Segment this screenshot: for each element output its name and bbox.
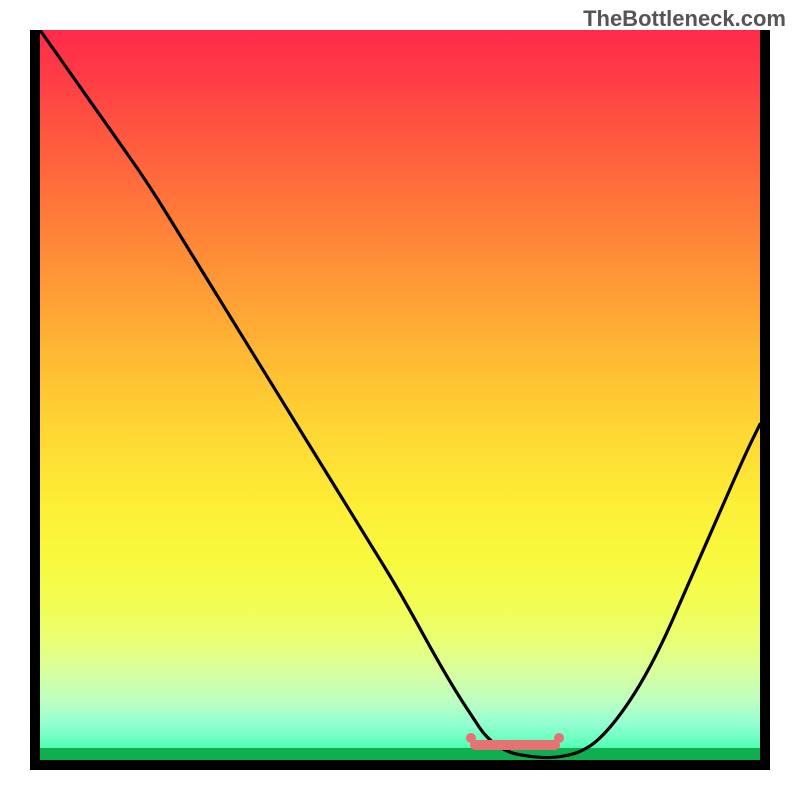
chart-container: TheBottleneck.com bbox=[0, 0, 800, 800]
bottleneck-curve bbox=[40, 30, 760, 760]
plot-frame bbox=[30, 30, 770, 770]
watermark-text: TheBottleneck.com bbox=[583, 6, 786, 32]
plot-area bbox=[40, 30, 760, 760]
optimal-range-band bbox=[470, 740, 560, 750]
